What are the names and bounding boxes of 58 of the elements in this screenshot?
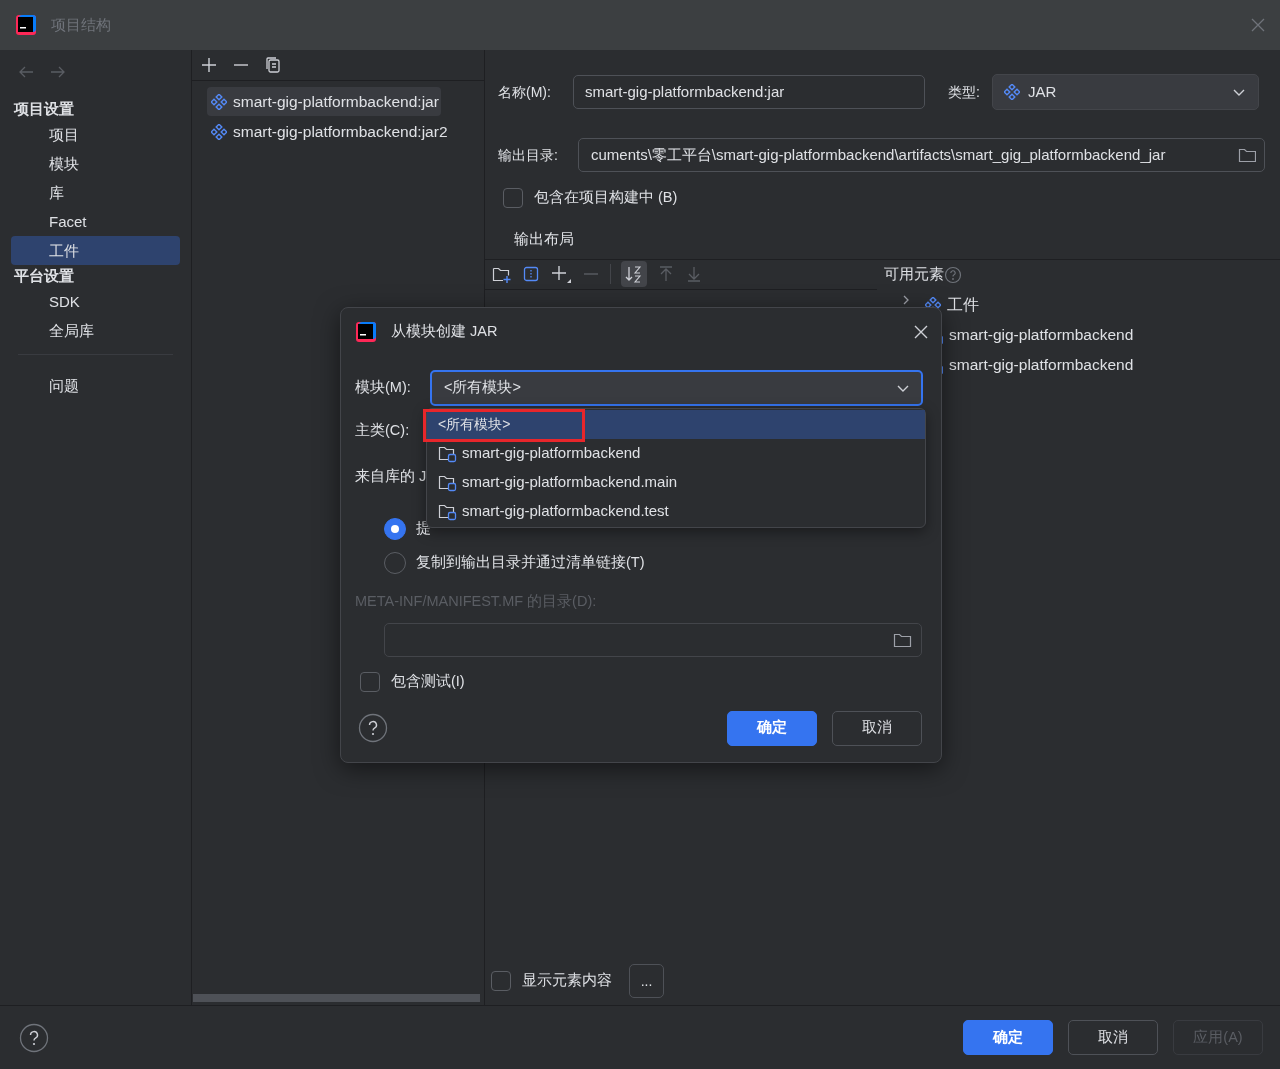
radio-button[interactable]: [384, 518, 406, 540]
help-icon[interactable]: [944, 265, 962, 284]
app-logo-icon: [356, 322, 376, 342]
checkbox-label: 包含测试(I): [391, 671, 465, 691]
artifact-icon: [211, 93, 227, 110]
dialog-title: 从模块创建 JAR: [391, 322, 498, 342]
help-icon[interactable]: [358, 713, 388, 743]
more-button[interactable]: ...: [629, 964, 664, 998]
checkbox[interactable]: [503, 187, 523, 208]
sidebar-item[interactable]: SDK: [11, 287, 180, 316]
artifact-icon: [1004, 84, 1020, 100]
add-icon[interactable]: [550, 264, 572, 284]
field-label: 输出目录:: [498, 145, 559, 165]
dropdown-option[interactable]: smart-gig-platformbackend: [427, 439, 925, 468]
sort-button[interactable]: [621, 261, 647, 287]
checkbox-label: 显示元素内容: [522, 971, 612, 991]
artifact-item[interactable]: smart-gig-platformbackend:jar: [207, 87, 441, 116]
footer-button[interactable]: 确定: [963, 1020, 1053, 1055]
add-icon[interactable]: [200, 56, 218, 74]
sidebar-item[interactable]: Facet: [11, 207, 180, 236]
footer-button[interactable]: 取消: [1068, 1020, 1158, 1055]
section-title: 输出布局: [513, 229, 575, 249]
sidebar-item[interactable]: 库: [11, 178, 180, 207]
field-label: 模块(M):: [355, 378, 412, 398]
radio-label: 复制到输出目录并通过清单链接(T): [416, 553, 645, 573]
field-label: 主类(C):: [355, 421, 410, 440]
artifact-item[interactable]: smart-gig-platformbackend:jar2: [207, 117, 450, 146]
scroll-bar[interactable]: [193, 994, 480, 1002]
sidebar-item[interactable]: 问题: [11, 371, 180, 400]
section-heading: 项目设置: [13, 99, 75, 119]
panel-title: 可用元素: [884, 264, 944, 284]
artifact-icon: [211, 123, 227, 140]
dialog-button[interactable]: 确定: [727, 710, 817, 746]
field-label: 名称(M):: [498, 82, 552, 102]
dialog-button[interactable]: 取消: [832, 710, 922, 746]
checkbox-label: 包含在项目构建中 (B): [534, 188, 678, 207]
type-dropdown[interactable]: JAR: [992, 74, 1259, 110]
name-field[interactable]: smart-gig-platformbackend:jar: [573, 75, 925, 109]
sidebar-item[interactable]: 项目: [11, 120, 180, 149]
help-icon[interactable]: [19, 1022, 49, 1053]
sidebar-item[interactable]: 模块: [11, 149, 180, 178]
archive-icon[interactable]: [522, 265, 540, 283]
sidebar-item[interactable]: 工件: [11, 236, 180, 265]
checkbox[interactable]: [360, 671, 380, 692]
new-folder-icon[interactable]: [492, 265, 512, 283]
folder-icon: [1238, 146, 1256, 164]
copy-icon[interactable]: [264, 56, 282, 74]
checkbox[interactable]: [491, 971, 511, 991]
module-dropdown[interactable]: <所有模块>: [430, 370, 923, 406]
sidebar-item[interactable]: 全局库: [11, 316, 180, 345]
chevron-right-icon[interactable]: [901, 294, 911, 305]
section-heading: 平台设置: [13, 266, 75, 286]
field-label: 类型:: [948, 82, 981, 102]
dropdown-option[interactable]: smart-gig-platformbackend.main: [427, 468, 925, 497]
output-directory-field[interactable]: cuments\零工平台\smart-gig-platformbackend\artifacts\smart_gig_platformbackend_jar: [578, 138, 1265, 172]
field-label: 来自库的 J: [355, 467, 427, 486]
app-logo-icon: [16, 15, 36, 35]
sort-icon: [624, 264, 644, 284]
